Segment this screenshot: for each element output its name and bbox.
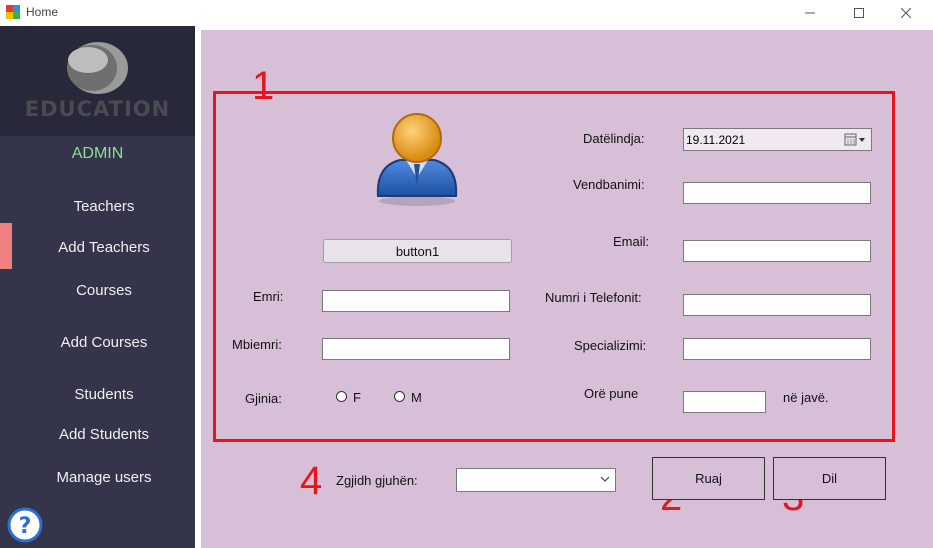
hours-label: Orë pune: [584, 386, 639, 401]
residence-field[interactable]: [683, 182, 871, 204]
education-logo-icon: [67, 42, 128, 94]
gender-m-radio[interactable]: [394, 391, 405, 402]
last-name-label: Mbiemri:: [232, 337, 282, 352]
minimize-button[interactable]: [787, 0, 833, 26]
dob-label: Datëlindja:: [583, 131, 645, 146]
sidebar-item-manage-users[interactable]: Manage users: [0, 469, 208, 486]
specialization-field[interactable]: [683, 338, 871, 360]
exit-button[interactable]: Dil: [773, 457, 886, 500]
hours-suffix: në javë.: [783, 390, 829, 405]
close-button[interactable]: [883, 0, 929, 26]
maximize-button[interactable]: [836, 0, 882, 26]
sidebar-item-courses[interactable]: Courses: [0, 282, 208, 299]
window-title: Home: [26, 5, 59, 19]
minimize-icon: [805, 12, 815, 14]
specialization-label: Specializimi:: [574, 338, 647, 353]
sidebar-item-students[interactable]: Students: [0, 386, 208, 403]
role-label: ADMIN: [71, 145, 124, 162]
email-label: Email:: [613, 234, 650, 249]
help-icon: ?: [7, 507, 43, 543]
gender-label: Gjinia:: [245, 391, 282, 406]
first-name-label: Emri:: [253, 289, 284, 304]
help-glyph: ?: [19, 514, 32, 539]
first-name-field[interactable]: [322, 290, 510, 312]
sidebar-item-add-teachers[interactable]: Add Teachers: [0, 239, 208, 256]
residence-label: Vendbanimi:: [573, 177, 645, 192]
save-button[interactable]: Ruaj: [652, 457, 765, 500]
sidebar-item-add-students[interactable]: Add Students: [0, 426, 208, 443]
language-label: Zgjidh gjuhën:: [336, 473, 418, 488]
chevron-down-icon: [600, 476, 610, 482]
language-select[interactable]: [456, 468, 616, 492]
annotation-1: 1: [252, 64, 275, 108]
sidebar-item-teachers[interactable]: Teachers: [0, 198, 208, 215]
dob-value: 19.11.2021: [686, 132, 746, 147]
logo-text: EDUCATION: [24, 97, 171, 121]
maximize-icon: [854, 8, 864, 18]
gender-m-label: M: [411, 390, 422, 405]
help-button[interactable]: ?: [7, 507, 43, 543]
annotation-4: 4: [300, 459, 323, 503]
phone-label: Numri i Telefonit:: [545, 290, 642, 305]
app-icon: [6, 5, 20, 19]
photo-button[interactable]: button1: [323, 239, 512, 263]
hours-field[interactable]: [683, 391, 766, 413]
phone-field[interactable]: [683, 294, 871, 316]
sidebar-item-add-courses[interactable]: Add Courses: [0, 334, 208, 351]
calendar-dropdown-icon[interactable]: [844, 133, 868, 147]
close-icon: [901, 8, 911, 18]
email-field[interactable]: [683, 240, 871, 262]
last-name-field[interactable]: [322, 338, 510, 360]
gender-f-label: F: [353, 390, 361, 405]
user-avatar-icon: [376, 113, 458, 206]
gender-f-radio[interactable]: [336, 391, 347, 402]
